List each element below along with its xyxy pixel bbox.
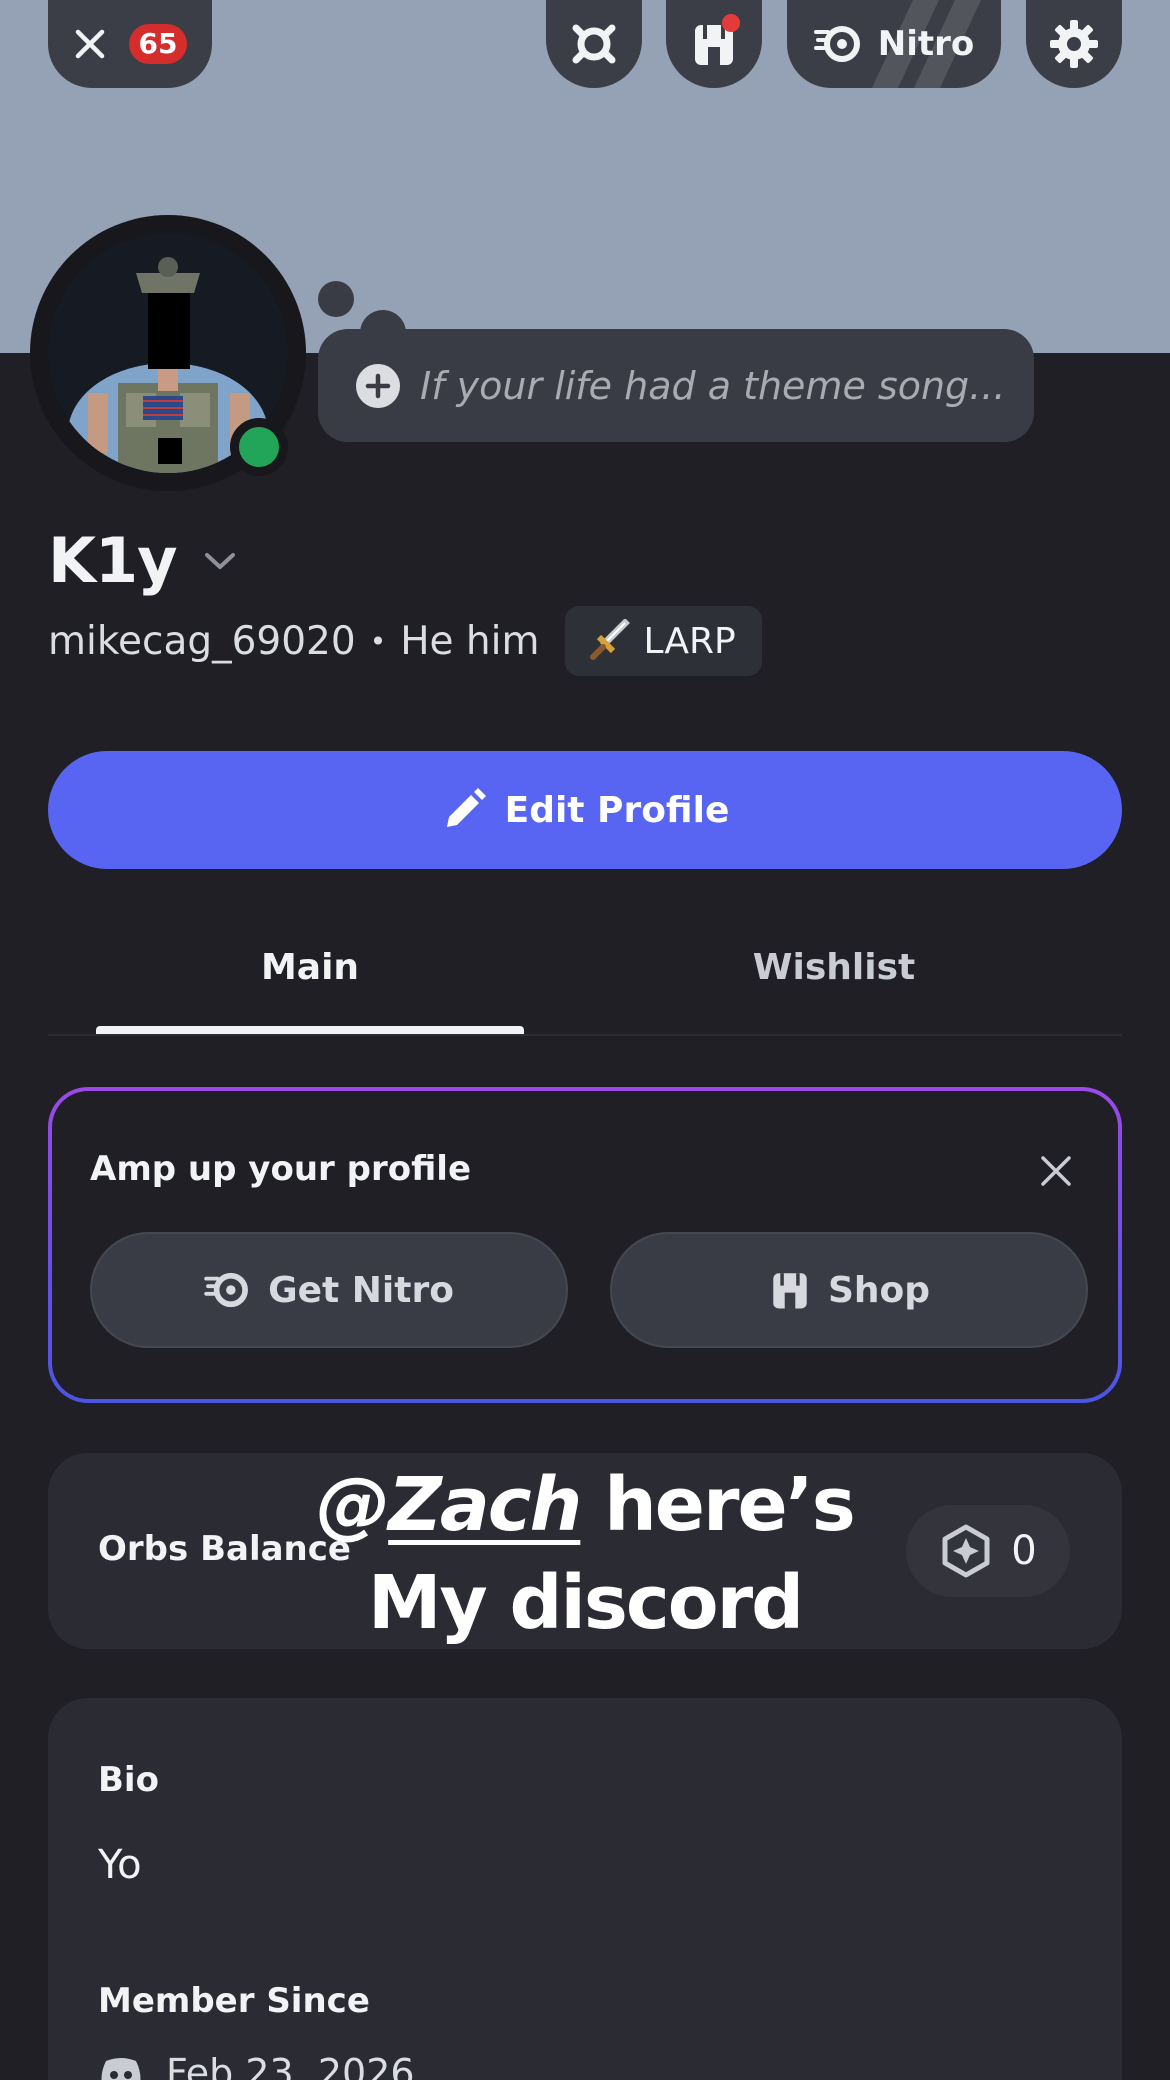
overlay-caption-line2: My discord [367, 1560, 804, 1646]
bio-title: Bio [98, 1760, 159, 1800]
edit-profile-button[interactable]: Edit Profile [48, 751, 1122, 869]
nitro-button[interactable]: Nitro [787, 0, 1001, 88]
nitro-icon [204, 1272, 249, 1308]
orb-icon [942, 1524, 990, 1578]
shop-label: Shop [827, 1269, 931, 1311]
pronouns: He him [400, 618, 540, 664]
add-status-icon [356, 363, 400, 408]
overlay-caption-line1: @Zach here’s [230, 1456, 940, 1554]
amp-up-title: Amp up your profile [90, 1149, 472, 1189]
server-tag-label: LARP [643, 620, 736, 662]
separator-dot: • [369, 624, 387, 658]
shop-button-card[interactable]: Shop [610, 1232, 1088, 1348]
get-nitro-button[interactable]: Get Nitro [90, 1232, 568, 1348]
tab-wishlist[interactable]: Wishlist [620, 940, 1048, 996]
member-since-row: Feb 23, 2026 [98, 2051, 415, 2080]
nitro-icon [813, 26, 860, 62]
close-button[interactable]: 65 [48, 0, 212, 88]
amp-up-dismiss-button[interactable] [1036, 1151, 1076, 1191]
shop-notification-dot [722, 14, 740, 32]
notification-count-badge: 65 [128, 24, 188, 64]
overlay-caption-line1-rest: here’s [580, 1462, 856, 1548]
discord-logo-icon [101, 2058, 141, 2080]
status-placeholder: If your life had a theme song... [420, 363, 1006, 408]
server-tag-chip[interactable]: LARP [565, 606, 762, 676]
profile-tabs: Main Wishlist [48, 940, 1122, 1036]
quest-icon [572, 24, 616, 64]
edit-profile-label: Edit Profile [504, 789, 730, 831]
mention-name: Zach [388, 1462, 582, 1548]
close-icon [75, 29, 104, 59]
overlay-caption: @Zach here’s My discord [230, 1456, 940, 1652]
status-bubble-tail-small [318, 281, 354, 317]
custom-status-bubble[interactable]: If your life had a theme song... [318, 329, 1034, 442]
active-tab-indicator [96, 1026, 524, 1034]
amp-up-card: Amp up your profile Get Nitro Shop [48, 1087, 1122, 1403]
get-nitro-label: Get Nitro [268, 1269, 454, 1311]
pencil-icon [446, 788, 486, 827]
display-name-switcher[interactable]: K1y [48, 524, 237, 597]
bio-text: Yo [98, 1842, 142, 1888]
online-status-indicator [230, 418, 288, 476]
member-since-date: Feb 23, 2026 [166, 2051, 415, 2080]
nitro-label: Nitro [877, 24, 975, 64]
orbs-balance-value: 0 [1011, 1528, 1037, 1574]
chevron-down-icon [204, 552, 235, 569]
handle-row: mikecag_69020 • He him LARP [48, 606, 762, 676]
member-since-title: Member Since [98, 1981, 370, 2021]
close-icon [1041, 1156, 1071, 1186]
gear-icon [1050, 20, 1098, 68]
shop-icon [773, 1273, 807, 1309]
username: mikecag_69020 [48, 618, 356, 664]
mention-at: @ [316, 1462, 390, 1548]
about-card: Bio Yo Member Since Feb 23, 2026 [48, 1698, 1122, 2080]
tab-main[interactable]: Main [96, 940, 524, 996]
sword-icon [590, 619, 631, 660]
display-name: K1y [48, 524, 178, 597]
